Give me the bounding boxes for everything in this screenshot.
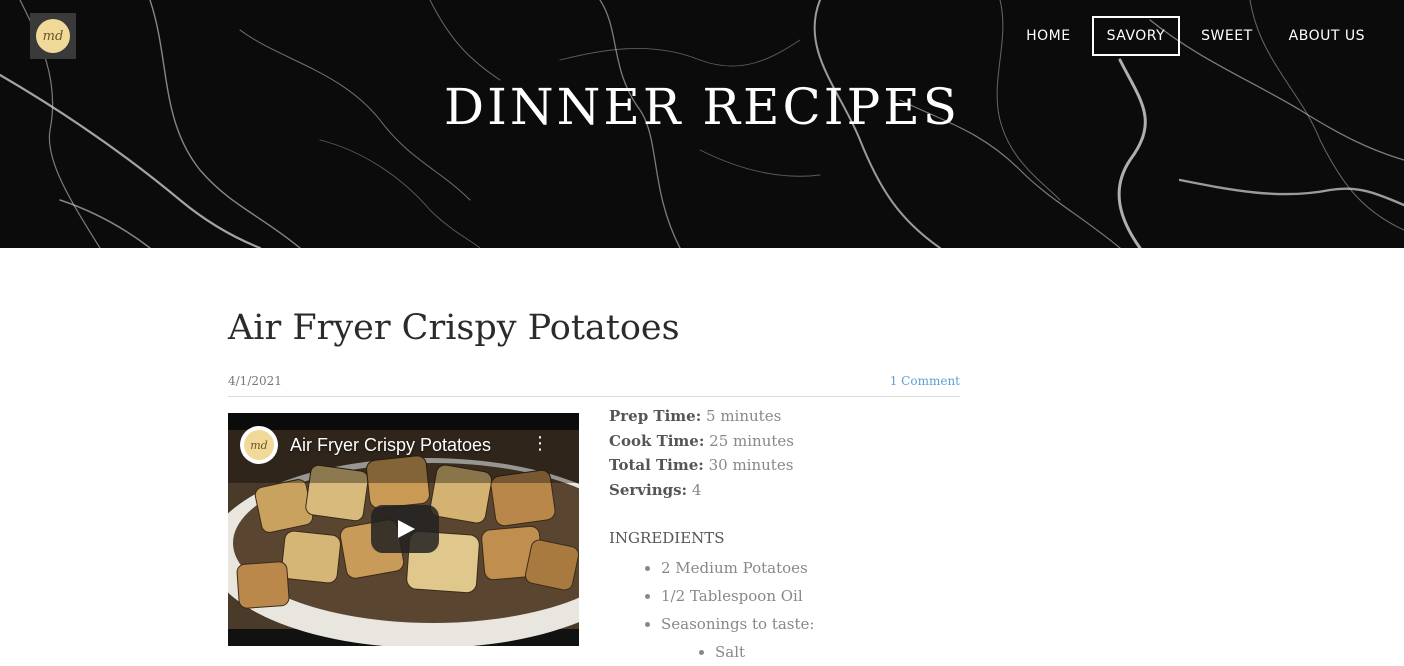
- logo-mark: md: [36, 19, 70, 53]
- cook-time-label: Cook Time:: [609, 431, 705, 450]
- servings-label: Servings:: [609, 480, 688, 499]
- channel-avatar[interactable]: md: [240, 426, 278, 464]
- list-item: Seasonings to taste: Salt: [661, 610, 969, 661]
- nav-sweet[interactable]: SWEET: [1186, 16, 1267, 56]
- ingredients-heading: INGREDIENTS: [609, 529, 725, 547]
- prep-time-label: Prep Time:: [609, 407, 702, 425]
- post-title[interactable]: Air Fryer Crispy Potatoes: [228, 308, 680, 348]
- list-item: Salt: [715, 638, 969, 666]
- total-time-label: Total Time:: [609, 456, 704, 474]
- play-button[interactable]: [371, 505, 439, 553]
- prep-time-value: 5 minutes: [701, 407, 782, 425]
- total-time-value: 30 minutes: [703, 456, 794, 474]
- list-item-label: Seasonings to taste:: [661, 615, 815, 633]
- video-title[interactable]: Air Fryer Crispy Potatoes: [290, 435, 491, 456]
- prep-time: Prep Time: 5 minutes: [609, 404, 969, 429]
- total-time: Total Time: 30 minutes: [609, 453, 969, 478]
- list-item: 2 Medium Potatoes: [661, 554, 969, 582]
- servings-value: 4: [687, 480, 702, 499]
- more-vert-icon[interactable]: ⋮: [531, 435, 549, 453]
- servings: Servings: 4: [609, 478, 969, 503]
- nav-savory[interactable]: SAVORY: [1091, 16, 1181, 56]
- recipe-details: Prep Time: 5 minutes Cook Time: 25 minut…: [609, 404, 969, 661]
- post-meta: 4/1/2021 1 Comment: [228, 374, 960, 397]
- video-embed[interactable]: md Air Fryer Crispy Potatoes ⋮: [228, 413, 579, 646]
- comments-link[interactable]: 1 Comment: [890, 374, 960, 388]
- cook-time: Cook Time: 25 minutes: [609, 429, 969, 454]
- main-nav: HOME SAVORY SWEET ABOUT US: [1005, 16, 1380, 56]
- cook-time-value: 25 minutes: [704, 431, 794, 450]
- seasonings-list: Salt: [661, 638, 969, 666]
- list-item: 1/2 Tablespoon Oil: [661, 582, 969, 610]
- channel-logo-icon: md: [244, 430, 274, 460]
- ingredients-list: 2 Medium Potatoes 1/2 Tablespoon Oil Sea…: [609, 554, 969, 661]
- page-title: DINNER RECIPES: [444, 78, 960, 136]
- nav-home[interactable]: HOME: [1011, 16, 1085, 56]
- post-date: 4/1/2021: [228, 374, 282, 388]
- site-logo[interactable]: md: [30, 13, 76, 59]
- page-header: md HOME SAVORY SWEET ABOUT US DINNER REC…: [0, 0, 1404, 248]
- nav-about-us[interactable]: ABOUT US: [1274, 16, 1380, 56]
